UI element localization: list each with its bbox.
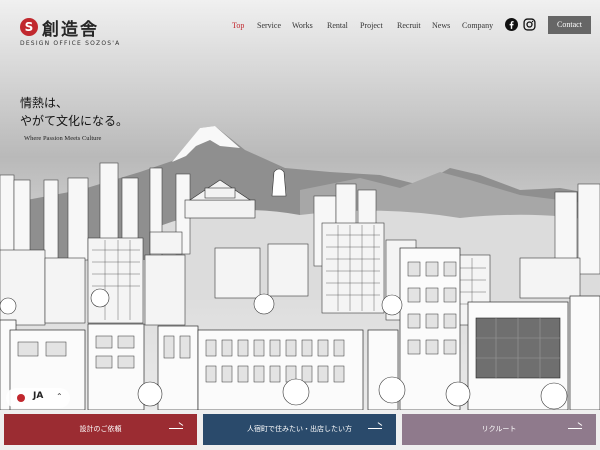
arrow-right-icon [169,428,183,429]
facebook-icon[interactable] [505,18,518,31]
tagline-line2: やがて文化になる。 [20,114,129,128]
logo[interactable]: S 創造舎 DESIGN OFFICE SOZOS'A [20,17,140,49]
nav-news[interactable]: News [432,21,450,30]
cta-design-request-label: 設計のご依頼 [79,425,122,433]
cta-design-request-button[interactable]: 設計のご依頼 [4,414,197,445]
flag-icon [17,394,25,402]
logo-mark-letter: S [24,20,34,34]
nav-top[interactable]: Top [232,21,244,30]
nav-service[interactable]: Service [257,21,281,30]
nav-project[interactable]: Project [360,21,383,30]
cta-live-open-shop-label: 人宿町で住みたい・出店したい方 [247,425,352,433]
tagline-english: Where Passion Meets Culture [24,135,102,142]
logo-name: 創造舎 [42,20,99,40]
cta-live-open-shop-button[interactable]: 人宿町で住みたい・出店したい方 [203,414,396,445]
logo-mark-icon: S [20,18,38,36]
nav-company[interactable]: Company [462,21,493,30]
language-switcher[interactable]: JA ⌃ [6,388,70,408]
arrow-right-icon [368,428,382,429]
arrow-right-icon [568,428,582,429]
chevron-up-icon: ⌃ [56,392,63,401]
nav-rental[interactable]: Rental [327,21,348,30]
tagline-line1: 情熱は、 [20,96,69,110]
hero-illustration [0,0,600,450]
site-header: S 創造舎 DESIGN OFFICE SOZOS'A Top Service … [0,0,600,56]
language-code: JA [33,391,44,401]
cta-recruit-button[interactable]: リクルート [402,414,596,445]
instagram-icon[interactable] [523,18,536,31]
nav-works[interactable]: Works [292,21,313,30]
cta-recruit-label: リクルート [481,425,517,433]
contact-button[interactable]: Contact [548,16,591,34]
logo-subtitle: DESIGN OFFICE SOZOS'A [20,40,121,47]
nav-recruit[interactable]: Recruit [397,21,421,30]
